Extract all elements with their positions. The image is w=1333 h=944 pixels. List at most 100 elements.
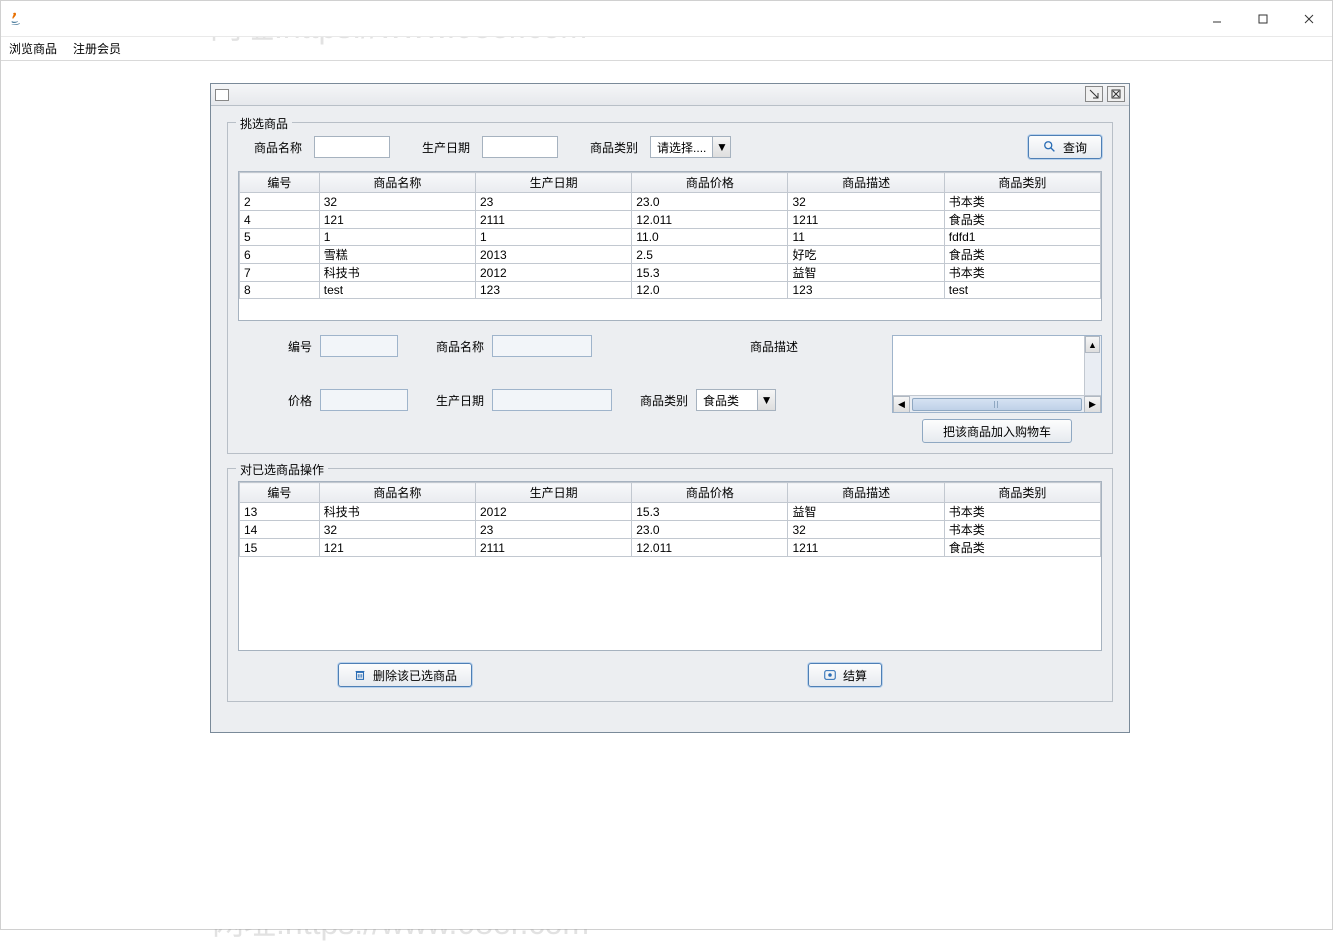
table-cell: 书本类 [944, 503, 1100, 521]
checkout-label: 结算 [843, 667, 867, 684]
table-row[interactable]: 4121211112.0111211食品类 [240, 211, 1101, 229]
detail-price-input[interactable] [320, 389, 408, 411]
table-cell: 14 [240, 521, 320, 539]
detail-date-input[interactable] [492, 389, 612, 411]
table-cell: 121 [319, 211, 475, 229]
table-cell: 2012 [475, 264, 631, 282]
minimize-button[interactable] [1194, 1, 1240, 37]
menu-browse-products[interactable]: 浏览商品 [9, 40, 57, 57]
trash-icon [353, 668, 367, 682]
table-cell: 32 [319, 193, 475, 211]
products-table[interactable]: 编号商品名称生产日期商品价格商品描述商品类别 2322323.032书本类412… [238, 171, 1102, 321]
combo-selected-value: 请选择.... [651, 139, 712, 156]
table-cell: 2013 [475, 246, 631, 264]
table-cell: 6 [240, 246, 320, 264]
checkout-icon [823, 668, 837, 682]
scrollbar-thumb[interactable] [912, 398, 1082, 411]
internal-frame: 挑选商品 商品名称 生产日期 商品类别 请选择.... ▼ [210, 83, 1130, 733]
java-icon [9, 11, 25, 27]
scroll-left-icon[interactable]: ◀ [893, 396, 910, 413]
detail-category-combo[interactable]: 食品类 ▼ [696, 389, 776, 411]
search-row: 商品名称 生产日期 商品类别 请选择.... ▼ 查询 [238, 135, 1102, 159]
internal-titlebar[interactable] [211, 84, 1129, 106]
application-window: 浏览商品 注册会员 挑选商品 商品名称 生产日期 [0, 0, 1333, 930]
chevron-down-icon: ▼ [712, 137, 730, 157]
add-to-cart-label: 把该商品加入购物车 [943, 423, 1051, 440]
search-button[interactable]: 查询 [1028, 135, 1102, 159]
detail-date-label: 生产日期 [436, 392, 484, 409]
table-cell: 4 [240, 211, 320, 229]
table-cell: 益智 [788, 503, 944, 521]
table-cell: 23.0 [632, 193, 788, 211]
table-header[interactable]: 商品类别 [944, 173, 1100, 193]
table-cell: 15.3 [632, 264, 788, 282]
add-to-cart-button[interactable]: 把该商品加入购物车 [922, 419, 1072, 443]
product-name-label: 商品名称 [254, 139, 302, 156]
close-button[interactable] [1286, 1, 1332, 37]
table-cell: 11 [788, 229, 944, 246]
table-row[interactable]: 8test12312.0123test [240, 282, 1101, 299]
select-products-panel: 挑选商品 商品名称 生产日期 商品类别 请选择.... ▼ [227, 122, 1113, 454]
table-cell: 15.3 [632, 503, 788, 521]
scroll-right-icon[interactable]: ▶ [1084, 396, 1101, 413]
table-cell: 8 [240, 282, 320, 299]
table-cell: 23 [475, 521, 631, 539]
delete-selected-label: 删除该已选商品 [373, 667, 457, 684]
table-row[interactable]: 51111.011fdfd1 [240, 229, 1101, 246]
selected-products-panel: 对已选商品操作 编号商品名称生产日期商品价格商品描述商品类别 13科技书2012… [227, 468, 1113, 702]
table-cell: 32 [319, 521, 475, 539]
detail-id-label: 编号 [288, 338, 312, 355]
detail-description-textarea[interactable]: ▲ ◀ ▶ [892, 335, 1102, 413]
table-row[interactable]: 6雪糕20132.5好吃食品类 [240, 246, 1101, 264]
detail-id-input[interactable] [320, 335, 398, 357]
internal-minimize-button[interactable] [1085, 86, 1103, 102]
table-header[interactable]: 商品类别 [944, 483, 1100, 503]
table-header[interactable]: 商品价格 [632, 173, 788, 193]
table-cell: test [319, 282, 475, 299]
table-cell: 123 [788, 282, 944, 299]
table-header[interactable]: 商品名称 [319, 173, 475, 193]
table-header[interactable]: 生产日期 [475, 173, 631, 193]
table-cell: 5 [240, 229, 320, 246]
detail-name-input[interactable] [492, 335, 592, 357]
table-cell: test [944, 282, 1100, 299]
table-cell: 科技书 [319, 503, 475, 521]
production-date-input[interactable] [482, 136, 558, 158]
table-cell: 雪糕 [319, 246, 475, 264]
delete-selected-button[interactable]: 删除该已选商品 [338, 663, 472, 687]
document-icon [215, 89, 229, 101]
table-cell: 1 [319, 229, 475, 246]
table-cell: 12.011 [632, 539, 788, 557]
table-cell: 2111 [475, 211, 631, 229]
table-cell: 12.0 [632, 282, 788, 299]
maximize-button[interactable] [1240, 1, 1286, 37]
table-header[interactable]: 商品价格 [632, 483, 788, 503]
table-row[interactable]: 13科技书201215.3益智书本类 [240, 503, 1101, 521]
table-header[interactable]: 商品描述 [788, 173, 944, 193]
table-header[interactable]: 商品名称 [319, 483, 475, 503]
product-category-label: 商品类别 [590, 139, 638, 156]
table-row[interactable]: 14322323.032书本类 [240, 521, 1101, 539]
selected-products-table[interactable]: 编号商品名称生产日期商品价格商品描述商品类别 13科技书201215.3益智书本… [238, 481, 1102, 651]
table-header[interactable]: 商品描述 [788, 483, 944, 503]
horizontal-scrollbar[interactable]: ◀ ▶ [893, 395, 1101, 412]
table-header[interactable]: 编号 [240, 483, 320, 503]
product-category-combo[interactable]: 请选择.... ▼ [650, 136, 731, 158]
table-cell: 121 [319, 539, 475, 557]
table-cell: 书本类 [944, 264, 1100, 282]
table-header[interactable]: 生产日期 [475, 483, 631, 503]
table-cell: 1211 [788, 211, 944, 229]
table-row[interactable]: 15121211112.0111211食品类 [240, 539, 1101, 557]
table-row[interactable]: 2322323.032书本类 [240, 193, 1101, 211]
internal-close-button[interactable] [1107, 86, 1125, 102]
vertical-scrollbar[interactable]: ▲ [1084, 336, 1101, 395]
chevron-down-icon: ▼ [757, 390, 775, 410]
menu-register-member[interactable]: 注册会员 [73, 40, 121, 57]
table-row[interactable]: 7科技书201215.3益智书本类 [240, 264, 1101, 282]
table-cell: 食品类 [944, 211, 1100, 229]
scroll-up-icon[interactable]: ▲ [1085, 336, 1100, 353]
table-cell: 书本类 [944, 193, 1100, 211]
product-name-input[interactable] [314, 136, 390, 158]
table-header[interactable]: 编号 [240, 173, 320, 193]
checkout-button[interactable]: 结算 [808, 663, 882, 687]
